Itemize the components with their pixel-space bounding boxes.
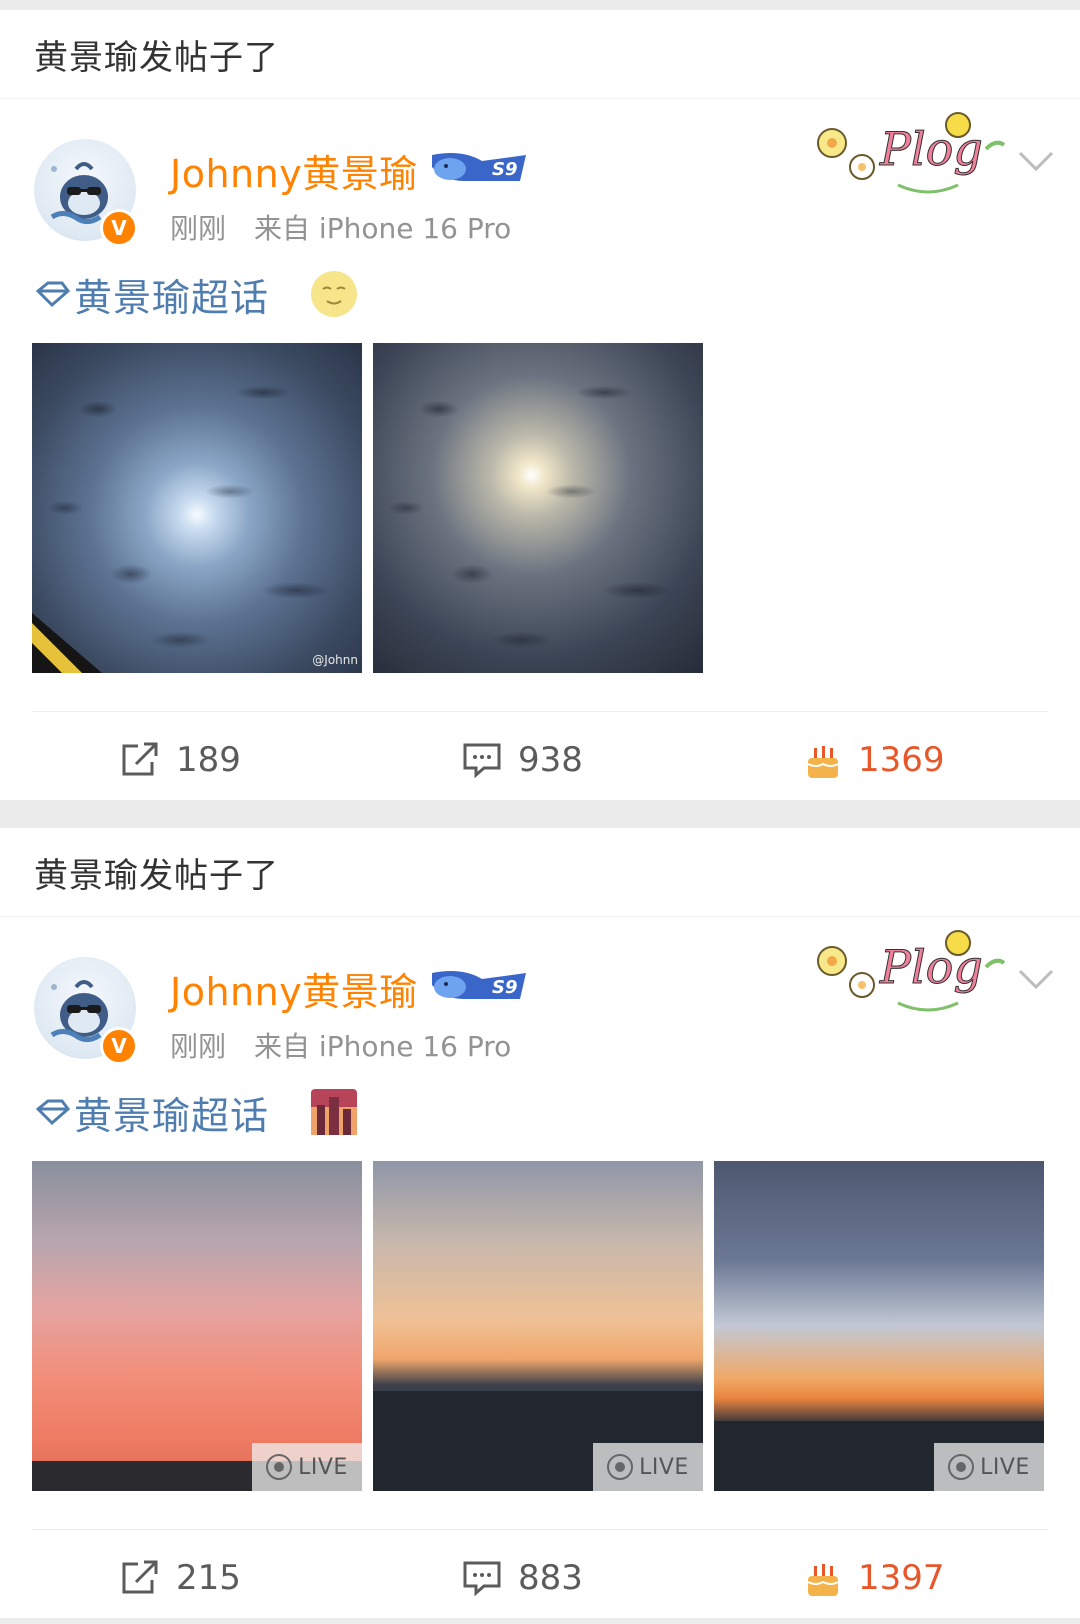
repost-button[interactable]: 189 bbox=[120, 721, 241, 799]
level-badge-text: S9 bbox=[492, 159, 518, 180]
live-badge: LIVE bbox=[934, 1443, 1044, 1491]
comment-count: 938 bbox=[518, 740, 583, 780]
divider bbox=[32, 711, 1048, 712]
like-count: 1397 bbox=[858, 1558, 945, 1598]
username[interactable]: Johnny黄景瑜 bbox=[170, 143, 418, 198]
plog-decoration: Plog bbox=[817, 930, 1006, 1012]
smile-moon-emoji bbox=[311, 271, 358, 317]
divider bbox=[32, 1529, 1048, 1530]
card-header: 黄景瑜发帖子了 bbox=[0, 10, 1080, 99]
comment-button[interactable]: 938 bbox=[462, 721, 583, 799]
comment-icon bbox=[463, 743, 501, 778]
repost-button[interactable]: 215 bbox=[120, 1539, 241, 1617]
level-badge-icon: S9 bbox=[432, 971, 526, 999]
post-image[interactable]: LIVE bbox=[714, 1161, 1044, 1491]
post-source: 来自 iPhone 16 Pro bbox=[254, 212, 512, 245]
action-bar: 189 938 1369 bbox=[0, 721, 1080, 799]
comment-icon bbox=[463, 1561, 501, 1596]
bottom-strip bbox=[0, 1618, 1080, 1624]
card-header-title: 黄景瑜发帖子了 bbox=[34, 855, 279, 896]
weibo-feed: 黄景瑜发帖子了 V Johnny黄景瑜 S9 刚刚 来自 iPhone 16 P… bbox=[0, 0, 1080, 1624]
topic-row[interactable]: 黄景瑜超话 bbox=[34, 267, 359, 322]
live-label: LIVE bbox=[639, 1454, 689, 1480]
live-badge: LIVE bbox=[252, 1443, 362, 1491]
card-header: 黄景瑜发帖子了 bbox=[0, 828, 1080, 917]
crane-silhouette bbox=[32, 613, 102, 673]
live-label: LIVE bbox=[298, 1454, 348, 1480]
image-grid: LIVE LIVE LIVE bbox=[32, 1161, 1044, 1491]
post-time: 刚刚 bbox=[170, 212, 227, 245]
like-button[interactable]: 1397 bbox=[804, 1539, 945, 1617]
post-image[interactable]: LIVE bbox=[373, 1161, 703, 1491]
topic-link[interactable]: 黄景瑜超话 bbox=[74, 267, 269, 322]
feed-card: 黄景瑜发帖子了 V Johnny黄景瑜 S9 刚刚 来自 iPhone 16 P… bbox=[0, 828, 1080, 1618]
image-watermark: @Johnn bbox=[312, 653, 358, 667]
verified-badge: V bbox=[100, 209, 138, 247]
plog-decoration: Plog bbox=[817, 112, 1006, 194]
feed-card: 黄景瑜发帖子了 V Johnny黄景瑜 S9 刚刚 来自 iPhone 16 P… bbox=[0, 10, 1080, 800]
like-count: 1369 bbox=[858, 740, 945, 780]
diamond-icon bbox=[35, 1099, 70, 1126]
repost-icon bbox=[122, 1560, 158, 1594]
card-header-title: 黄景瑜发帖子了 bbox=[34, 37, 279, 78]
like-button[interactable]: 1369 bbox=[804, 721, 945, 799]
post[interactable]: V Johnny黄景瑜 S9 刚刚来自 iPhone 16 Pro Plog bbox=[0, 99, 1080, 799]
post-image[interactable]: LIVE bbox=[32, 1161, 362, 1491]
repost-count: 215 bbox=[176, 1558, 241, 1598]
image-grid: @Johnn bbox=[32, 343, 703, 673]
post-meta: 刚刚 来自 iPhone 16 Pro bbox=[170, 207, 511, 247]
live-icon bbox=[266, 1454, 293, 1480]
like-cake-icon bbox=[807, 1564, 839, 1596]
comment-count: 883 bbox=[518, 1558, 583, 1598]
topic-link[interactable]: 黄景瑜超话 bbox=[74, 1085, 269, 1140]
post-image[interactable] bbox=[373, 343, 703, 673]
repost-count: 189 bbox=[176, 740, 241, 780]
chevron-down-icon[interactable] bbox=[1016, 967, 1056, 991]
post-time: 刚刚 bbox=[170, 1030, 227, 1063]
level-badge-icon: S9 bbox=[432, 153, 526, 181]
post-source: 来自 iPhone 16 Pro bbox=[254, 1030, 512, 1063]
diamond-icon bbox=[35, 281, 70, 308]
chevron-down-icon[interactable] bbox=[1016, 149, 1056, 173]
username[interactable]: Johnny黄景瑜 bbox=[170, 961, 418, 1016]
live-icon bbox=[607, 1454, 634, 1480]
cityscape-emoji bbox=[311, 1089, 358, 1135]
post-meta: 刚刚 来自 iPhone 16 Pro bbox=[170, 1025, 511, 1065]
topic-row[interactable]: 黄景瑜超话 bbox=[34, 1085, 359, 1140]
comment-button[interactable]: 883 bbox=[462, 1539, 583, 1617]
verified-badge: V bbox=[100, 1027, 138, 1065]
action-bar: 215 883 1397 bbox=[0, 1539, 1080, 1617]
live-label: LIVE bbox=[980, 1454, 1030, 1480]
live-badge: LIVE bbox=[593, 1443, 703, 1491]
post[interactable]: V Johnny黄景瑜 S9 刚刚来自 iPhone 16 Pro Plog bbox=[0, 917, 1080, 1617]
post-image[interactable]: @Johnn bbox=[32, 343, 362, 673]
repost-icon bbox=[122, 742, 158, 776]
live-icon bbox=[948, 1454, 975, 1480]
like-cake-icon bbox=[807, 746, 839, 778]
level-badge-text: S9 bbox=[492, 977, 518, 998]
